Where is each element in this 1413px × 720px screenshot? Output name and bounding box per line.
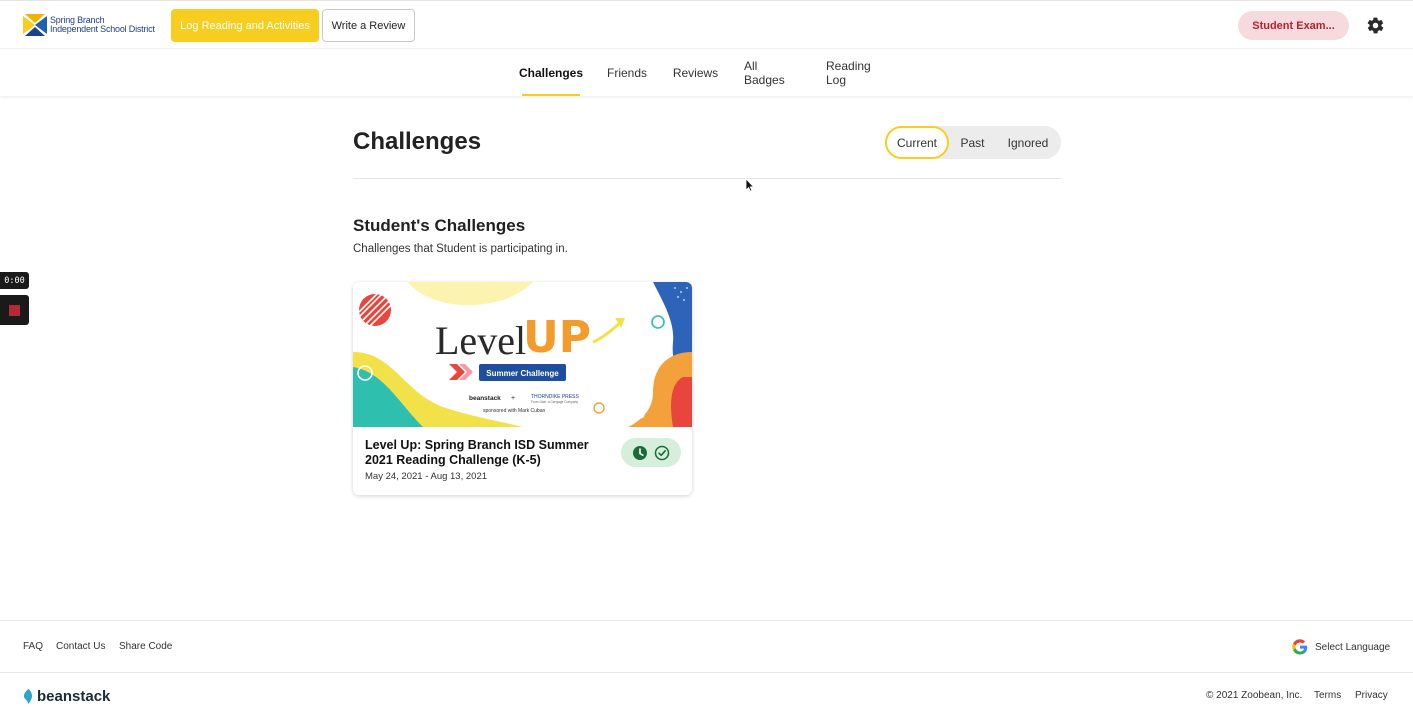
clock-icon <box>633 445 647 460</box>
user-menu-button[interactable]: Student Exam... <box>1238 11 1349 40</box>
section-title: Student's Challenges <box>353 216 526 235</box>
copyright-text: © 2021 Zoobean, Inc. <box>1206 690 1303 701</box>
contact-us-link[interactable]: Contact Us <box>56 641 105 652</box>
challenge-title[interactable]: Level Up: Spring Branch ISD Summer 2021 … <box>365 438 605 468</box>
privacy-link[interactable]: Privacy <box>1355 690 1388 701</box>
recording-timer: 0:00 <box>0 272 29 289</box>
district-logo[interactable]: Spring Branch Independent School Distric… <box>23 13 158 37</box>
write-review-button[interactable]: Write a Review <box>322 9 415 42</box>
tab-reviews[interactable]: Reviews <box>673 49 718 96</box>
faq-link[interactable]: FAQ <box>23 641 43 652</box>
tab-challenges[interactable]: Challenges <box>519 49 583 96</box>
share-code-link[interactable]: Share Code <box>119 641 172 652</box>
filter-current[interactable]: Current <box>885 126 949 159</box>
challenge-card[interactable]: Level UP Summer Challenge beanstack + TH… <box>353 282 692 495</box>
log-reading-button[interactable]: Log Reading and Activities <box>171 9 319 42</box>
tab-friends[interactable]: Friends <box>607 49 647 96</box>
filter-ignored[interactable]: Ignored <box>998 126 1058 159</box>
challenge-banner-image: Level UP Summer Challenge beanstack + TH… <box>353 282 692 427</box>
banner-title-level: Level <box>435 318 526 363</box>
stop-icon <box>9 304 20 316</box>
banner-title-up: UP <box>523 312 591 363</box>
footer-bottom-bar: beanstack © 2021 Zoobean, Inc. Terms Pri… <box>0 672 1413 720</box>
tab-reading-log[interactable]: Reading Log <box>826 49 892 96</box>
footer-links-bar: FAQ Contact Us Share Code Select Languag… <box>0 620 1413 672</box>
district-logo-mark-icon <box>23 14 47 36</box>
top-header: Spring Branch Independent School Distric… <box>0 0 1413 48</box>
select-language-control[interactable]: Select Language <box>1292 639 1390 655</box>
beanstack-leaf-icon <box>23 689 33 704</box>
beanstack-wordmark: beanstack <box>37 688 111 705</box>
stop-recording-button[interactable] <box>0 295 29 325</box>
tab-all-badges[interactable]: All Badges <box>744 49 800 96</box>
mouse-cursor-icon <box>745 178 755 192</box>
challenge-filter-toggle: Current Past Ignored <box>885 126 1061 159</box>
beanstack-logo[interactable]: beanstack <box>23 688 110 705</box>
svg-text:+: + <box>511 395 515 402</box>
banner-partner-beanstack: beanstack <box>469 395 501 402</box>
check-circle-icon <box>654 445 670 460</box>
page-title: Challenges <box>353 128 482 155</box>
section-divider <box>353 178 1061 179</box>
gear-icon[interactable] <box>1366 16 1385 35</box>
section-subtitle: Challenges that Student is participating… <box>353 243 568 255</box>
select-language-label: Select Language <box>1315 641 1391 653</box>
main-nav: Challenges Friends Reviews All Badges Re… <box>0 48 1413 96</box>
district-name-line2: Independent School District <box>50 24 155 34</box>
challenge-dates: May 24, 2021 - Aug 13, 2021 <box>365 471 488 482</box>
banner-partner-thorndike-sub: From Gale, a Cengage Company <box>531 400 578 404</box>
district-name: Spring Branch Independent School Distric… <box>50 15 155 35</box>
filter-past[interactable]: Past <box>951 126 994 159</box>
banner-tag: Summer Challenge <box>486 369 559 378</box>
google-icon <box>1292 639 1308 655</box>
banner-sponsor: sponsored with Mark Cuban <box>483 408 545 414</box>
terms-link[interactable]: Terms <box>1314 690 1341 701</box>
challenge-status-badge <box>621 438 681 467</box>
